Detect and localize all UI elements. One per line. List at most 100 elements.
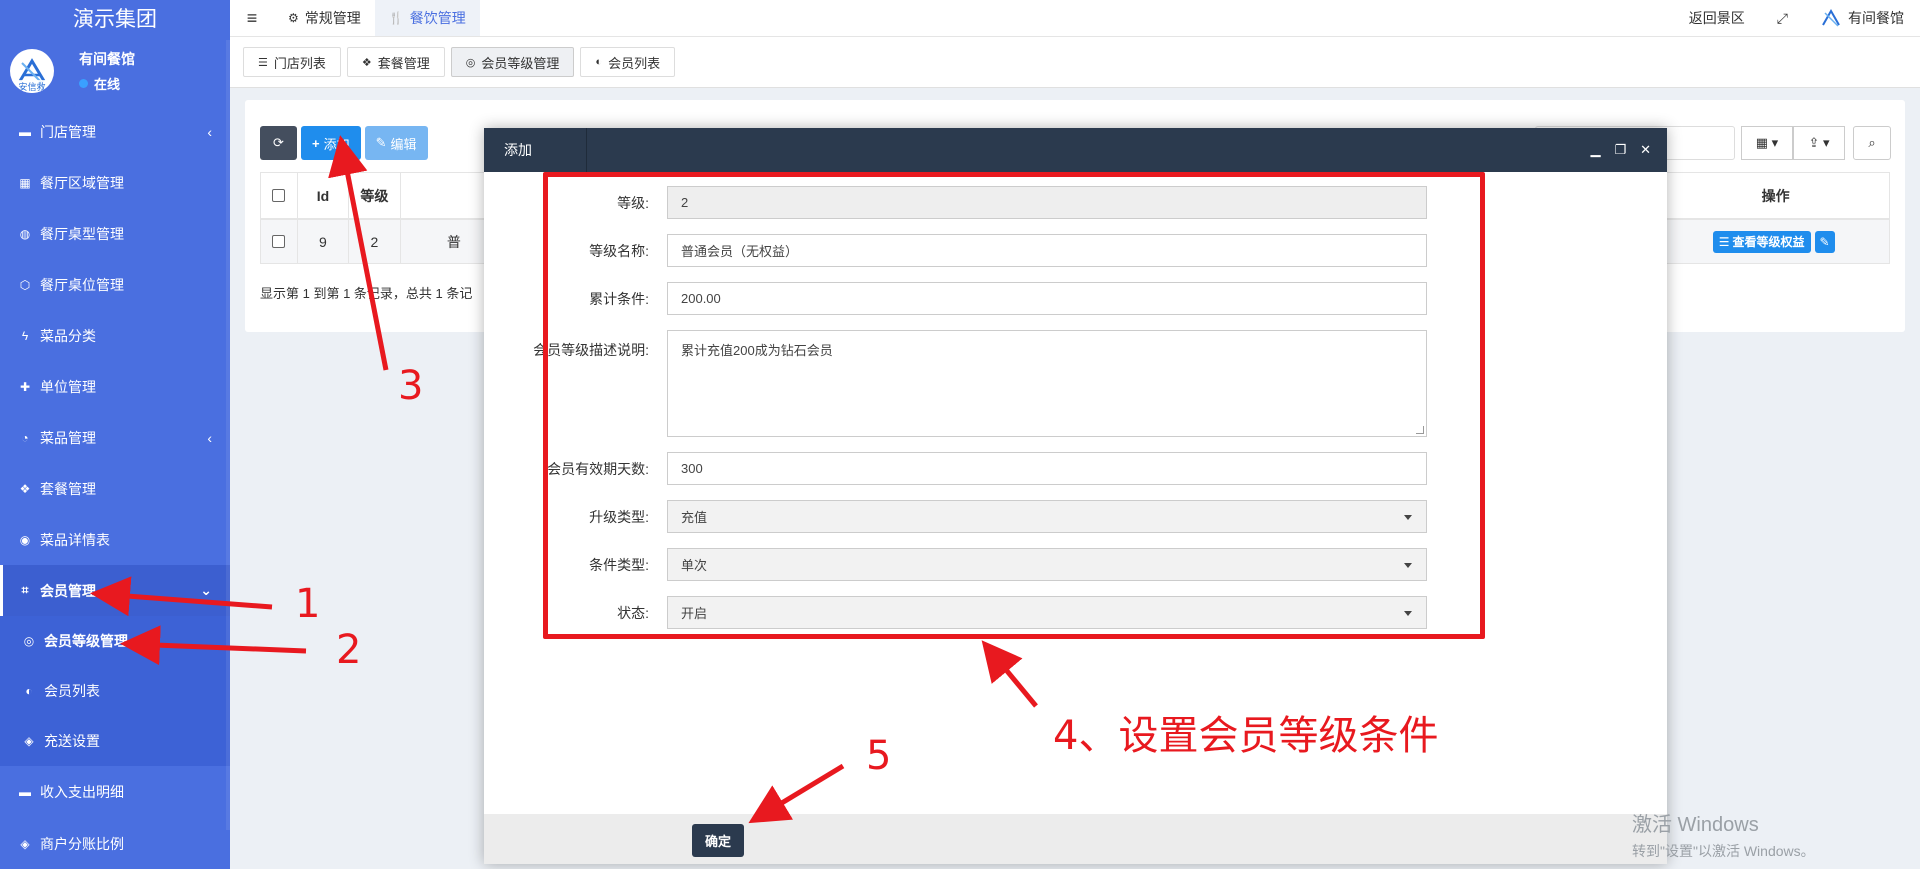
tab-label: 常规管理 — [304, 10, 361, 26]
watermark-subtitle: 转到"设置"以激活 Windows。 — [1632, 843, 1815, 859]
page-tab-label: 门店列表 — [273, 55, 326, 71]
sidebar-scrollbar[interactable] — [226, 40, 230, 830]
annotation-step-1: 1 — [295, 581, 321, 627]
close-icon[interactable]: ✕ — [1640, 142, 1651, 158]
sidebar-item-member-level[interactable]: ◎ 会员等级管理 — [0, 616, 230, 666]
annotation-step-4: 4、设置会员等级条件 — [1053, 713, 1439, 759]
column-header-id[interactable]: Id — [298, 173, 349, 218]
column-header-actions: 操作 — [1761, 187, 1790, 204]
page-tab-member-level[interactable]: ◎ 会员等级管理 — [450, 47, 575, 77]
dialog-footer: 确定 — [484, 814, 1667, 864]
page-tab-package[interactable]: ❖ 套餐管理 — [346, 47, 445, 77]
plus-icon: + — [312, 135, 320, 151]
add-button[interactable]: + 添加 — [301, 126, 361, 160]
minimize-icon[interactable]: ▁ — [1590, 142, 1600, 158]
sidebar-item-unit[interactable]: ✚ 单位管理 — [0, 361, 230, 412]
grid-icon: ▦ ▾ — [1755, 135, 1779, 150]
columns-toggle-button[interactable]: ▦ ▾ — [1741, 126, 1793, 160]
maximize-icon[interactable]: ❐ — [1614, 142, 1626, 158]
sidebar-item-label: 会员管理 — [40, 582, 96, 599]
sidebar-item-member-list[interactable]: ◐ 会员列表 — [0, 666, 230, 716]
sidebar-item-table-seat[interactable]: ⬡ 餐厅桌位管理 — [0, 259, 230, 310]
header-divider — [586, 128, 587, 172]
pencil-icon: ✎ — [1819, 234, 1830, 249]
refresh-icon: ⟳ — [273, 135, 284, 150]
tab-catering[interactable]: 🍴 餐饮管理 — [374, 0, 480, 36]
annotation-step-2: 2 — [336, 627, 362, 673]
list-icon: ☰ — [258, 56, 268, 69]
sidebar-item-label: 套餐管理 — [40, 480, 96, 497]
chevron-left-icon: ‹ — [207, 429, 212, 446]
tab-general[interactable]: ⚙ 常规管理 — [274, 0, 375, 36]
sidebar-item-dish-category[interactable]: ϟ 菜品分类 — [0, 310, 230, 361]
sidebar-item-dish-detail[interactable]: ◉ 菜品详情表 — [0, 514, 230, 565]
sidebar-item-label: 会员等级管理 — [44, 633, 128, 649]
sidebar: 演示集团 安信救 有间餐馆 在线 ▬ 门店管理 ‹ ▦ 餐厅区域管理 ◍ 餐厅桌… — [0, 0, 230, 869]
gears-icon: ⚙ — [288, 11, 299, 25]
sidebar-item-table-type[interactable]: ◍ 餐厅桌型管理 — [0, 208, 230, 259]
sidebar-item-label: 单位管理 — [40, 378, 96, 395]
coffee-icon: ▬ — [19, 785, 31, 799]
cell-actions: ☰ 查看等级权益 ✎ — [1662, 220, 1889, 263]
sidebar-item-income[interactable]: ▬ 收入支出明细 — [0, 766, 230, 818]
sidebar-item-recharge-settings[interactable]: ◈ 充送设置 — [0, 716, 230, 766]
target-icon: ◎ — [23, 634, 35, 648]
cell-level: 2 — [349, 220, 401, 263]
account-menu[interactable]: 有间餐馆 — [1804, 7, 1920, 29]
row-edit-button[interactable]: ✎ — [1814, 230, 1835, 253]
view-benefits-label: 查看等级权益 — [1732, 235, 1805, 249]
account-name: 有间餐馆 — [1848, 10, 1904, 26]
cell-name-partial: 普 — [446, 233, 461, 250]
dialog-header[interactable]: 添加 ▁ ❐ ✕ — [484, 128, 1667, 172]
search-button[interactable]: ⌕ — [1853, 126, 1891, 160]
dropbox-icon: ❖ — [19, 481, 31, 496]
sidebar-item-label: 会员列表 — [44, 683, 100, 699]
dropbox-icon: ❖ — [361, 56, 372, 69]
dashboard-icon: ◔ — [21, 430, 29, 445]
row-checkbox[interactable] — [272, 235, 286, 248]
sidebar-item-label: 商户分账比例 — [40, 835, 124, 852]
sidebar-item-label: 餐厅区域管理 — [40, 174, 124, 191]
compass-icon: ◈ — [20, 836, 30, 851]
page-tab-store-list[interactable]: ☰ 门店列表 — [243, 47, 341, 77]
refresh-button[interactable]: ⟳ — [260, 126, 297, 160]
confirm-button[interactable]: 确定 — [692, 824, 745, 857]
page-tabs: ☰ 门店列表 ❖ 套餐管理 ◎ 会员等级管理 ◐ 会员列表 — [230, 36, 1920, 88]
view-benefits-button[interactable]: ☰ 查看等级权益 — [1712, 230, 1811, 253]
fullscreen-icon[interactable]: ⤢ — [1761, 10, 1804, 27]
user-panel: 安信救 有间餐馆 在线 — [0, 36, 230, 106]
back-button[interactable]: 返回景区 — [1673, 8, 1761, 28]
topbar: ≡ ⚙ 常规管理 🍴 餐饮管理 返回景区 ⤢ 有间餐馆 — [230, 0, 1920, 36]
sidebar-item-split-ratio[interactable]: ◈ 商户分账比例 — [0, 818, 230, 869]
sidebar-item-dish[interactable]: ◔ 菜品管理 ‹ — [0, 412, 230, 463]
sidebar-item-label: 菜品管理 — [40, 429, 96, 446]
activation-watermark: 激活 Windows 转到"设置"以激活 Windows。 — [1632, 808, 1815, 861]
sidebar-item-label: 门店管理 — [40, 123, 96, 140]
sidebar-menu: ▬ 门店管理 ‹ ▦ 餐厅区域管理 ◍ 餐厅桌型管理 ⬡ 餐厅桌位管理 ϟ 菜品… — [0, 106, 230, 616]
circle-icon: ◐ — [25, 684, 33, 698]
edit-button[interactable]: ✎ 编辑 — [364, 126, 428, 160]
globe-icon: ◍ — [19, 226, 31, 241]
search-icon: ⌕ — [1868, 135, 1876, 150]
edit-button-label: 编辑 — [390, 136, 417, 152]
page-tab-label: 会员列表 — [608, 55, 661, 71]
annotation-step-3: 3 — [398, 363, 424, 409]
user-name: 有间餐馆 — [79, 51, 135, 67]
sidebar-item-member[interactable]: ⌗ 会员管理 ⌄ — [0, 565, 230, 616]
avatar-caption: 安信救 — [10, 80, 54, 93]
folder-icon: ▬ — [19, 124, 31, 139]
add-button-label: 添加 — [323, 136, 350, 152]
sidebar-item-store[interactable]: ▬ 门店管理 ‹ — [0, 106, 230, 157]
bolt-icon: ϟ — [21, 328, 29, 343]
circle-icon: ◐ — [595, 56, 603, 68]
grid-icon: ▦ — [19, 175, 31, 190]
hamburger-icon[interactable]: ≡ — [230, 8, 274, 29]
sidebar-item-package[interactable]: ❖ 套餐管理 — [0, 463, 230, 514]
export-button[interactable]: ⇪ ▾ — [1793, 126, 1845, 160]
page-tab-label: 套餐管理 — [377, 55, 430, 71]
page-tab-member-list[interactable]: ◐ 会员列表 — [580, 47, 676, 77]
sidebar-item-area[interactable]: ▦ 餐厅区域管理 — [0, 157, 230, 208]
sidebar-item-label: 餐厅桌型管理 — [40, 225, 124, 242]
select-all-checkbox[interactable] — [272, 189, 286, 202]
column-header-level[interactable]: 等级 — [349, 173, 401, 218]
